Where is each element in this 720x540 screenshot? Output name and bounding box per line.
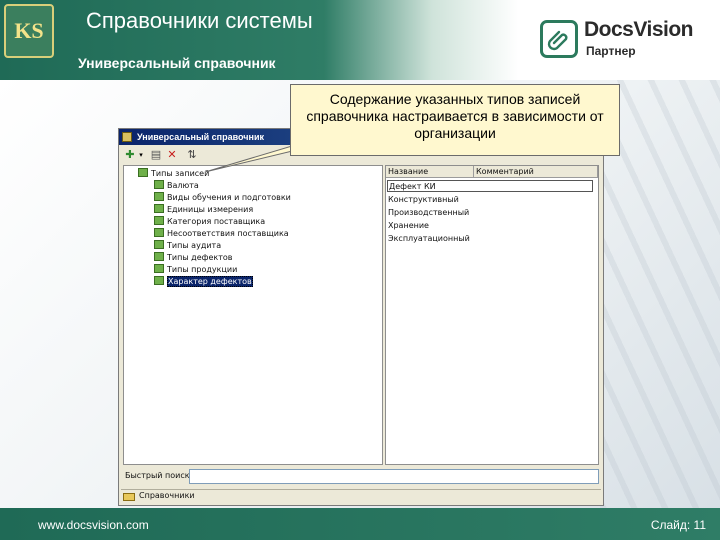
list-item[interactable]: Конструктивный: [388, 194, 459, 206]
record-type-icon: [154, 276, 164, 285]
window-icon: [122, 132, 132, 142]
tree-item-selected[interactable]: Характер дефектов: [154, 276, 253, 288]
record-type-icon: [154, 264, 164, 273]
record-type-icon: [154, 228, 164, 237]
tree-item[interactable]: Виды обучения и подготовки: [154, 192, 291, 204]
window-title-text: Универсальный справочник: [137, 132, 264, 142]
status-bar: Справочники: [121, 489, 601, 503]
folder-icon: [138, 168, 148, 177]
directory-window: Универсальный справочник ✚ ▾ ▤ ✕ ⇅ Типы …: [118, 128, 604, 506]
record-type-icon: [154, 180, 164, 189]
quick-search-row: Быстрый поиск:: [123, 469, 599, 485]
record-type-icon: [154, 252, 164, 261]
list-item[interactable]: Эксплуатационный: [388, 233, 470, 245]
tree-item[interactable]: Несоответствия поставщика: [154, 228, 289, 240]
record-type-icon: [154, 192, 164, 201]
tree-item[interactable]: Единицы измерения: [154, 204, 253, 216]
list-item[interactable]: Производственный: [388, 207, 469, 219]
refresh-icon[interactable]: ⇅: [185, 148, 199, 162]
list-item[interactable]: Дефект КИ: [387, 180, 593, 192]
docsvision-logo: DocsVision Партнер: [540, 16, 705, 62]
quick-search-label: Быстрый поиск:: [125, 471, 193, 480]
status-text: Справочники: [139, 491, 195, 500]
callout-note: Содержание указанных типов записей справ…: [290, 84, 620, 156]
tree-item[interactable]: Типы продукции: [154, 264, 237, 276]
list-item[interactable]: Хранение: [388, 220, 429, 232]
footer-url[interactable]: www.docsvision.com: [38, 518, 149, 532]
slide-subtitle: Универсальный справочник: [78, 55, 276, 71]
add-icon[interactable]: ✚: [123, 148, 137, 162]
tree-item[interactable]: Валюта: [154, 180, 199, 192]
record-type-icon: [154, 216, 164, 225]
records-list: Название Комментарий Дефект КИ Конструкт…: [385, 165, 599, 465]
slide-header: KS Справочники системы Универсальный спр…: [0, 0, 720, 80]
tree-item[interactable]: Типы дефектов: [154, 252, 233, 264]
folder-icon: [123, 493, 135, 501]
quick-search-input[interactable]: [189, 469, 599, 484]
slide-title: Справочники системы: [86, 8, 313, 33]
dropdown-icon[interactable]: ▾: [137, 148, 145, 162]
column-header-comment[interactable]: Комментарий: [474, 166, 598, 178]
paperclip-icon: [540, 20, 578, 58]
tree-root-label: Типы записей: [151, 169, 210, 178]
tree-pane: Типы записей Валюта Виды обучения и подг…: [123, 165, 383, 465]
company-logo: KS: [4, 4, 54, 58]
delete-icon[interactable]: ✕: [165, 148, 179, 162]
list-header: Название Комментарий: [386, 166, 598, 178]
slide-footer: www.docsvision.com Слайд: 11: [0, 508, 720, 540]
tree-item[interactable]: Категория поставщика: [154, 216, 265, 228]
record-type-icon: [154, 204, 164, 213]
slide-number: Слайд: 11: [650, 518, 706, 532]
properties-icon[interactable]: ▤: [149, 148, 163, 162]
brand-name: DocsVision: [584, 18, 693, 41]
tree-item[interactable]: Типы аудита: [154, 240, 221, 252]
column-header-name[interactable]: Название: [386, 166, 474, 178]
record-type-icon: [154, 240, 164, 249]
brand-tagline: Партнер: [586, 44, 636, 58]
tree-root[interactable]: Типы записей: [138, 168, 209, 180]
